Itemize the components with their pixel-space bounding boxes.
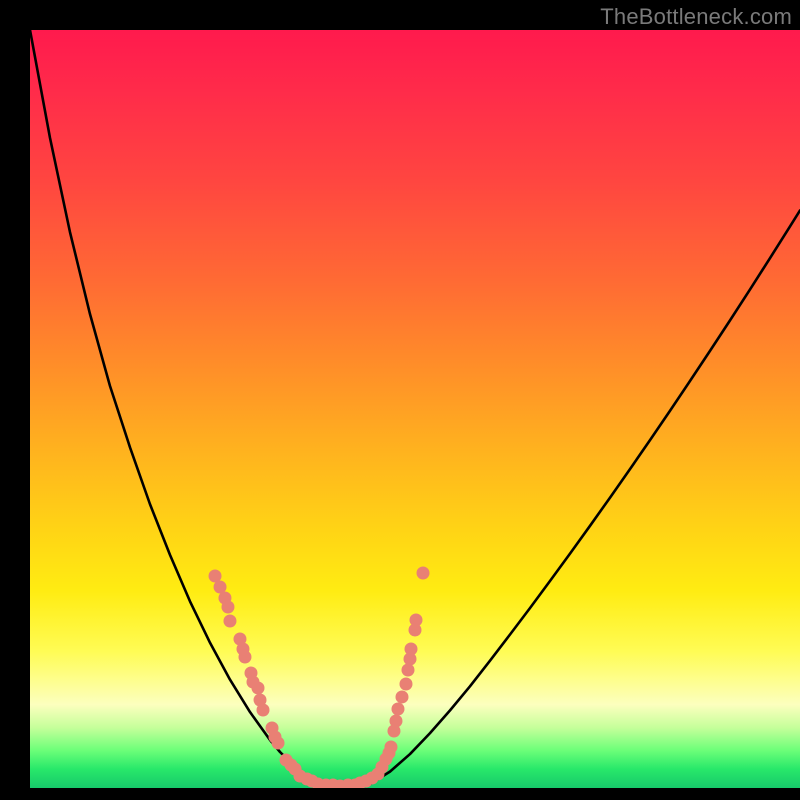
marker-dot [272, 736, 285, 749]
marker-dot [401, 663, 414, 676]
marker-dot [384, 740, 397, 753]
curve-layer [30, 30, 800, 788]
chart-stage: TheBottleneck.com [0, 0, 800, 800]
highlight-markers [209, 567, 430, 788]
marker-dot [257, 704, 270, 717]
plot-inner [30, 30, 800, 788]
bottleneck-curve [30, 30, 800, 787]
marker-dot [417, 567, 430, 580]
watermark-text: TheBottleneck.com [600, 4, 792, 30]
marker-dot [399, 678, 412, 691]
marker-dot [221, 600, 234, 613]
marker-dot [252, 682, 265, 695]
marker-dot [410, 614, 423, 627]
marker-dot [223, 615, 236, 628]
marker-dot [389, 714, 402, 727]
marker-dot [391, 703, 404, 716]
plot-area [30, 30, 800, 788]
marker-dot [405, 642, 418, 655]
marker-dot [395, 690, 408, 703]
marker-dot [238, 651, 251, 664]
